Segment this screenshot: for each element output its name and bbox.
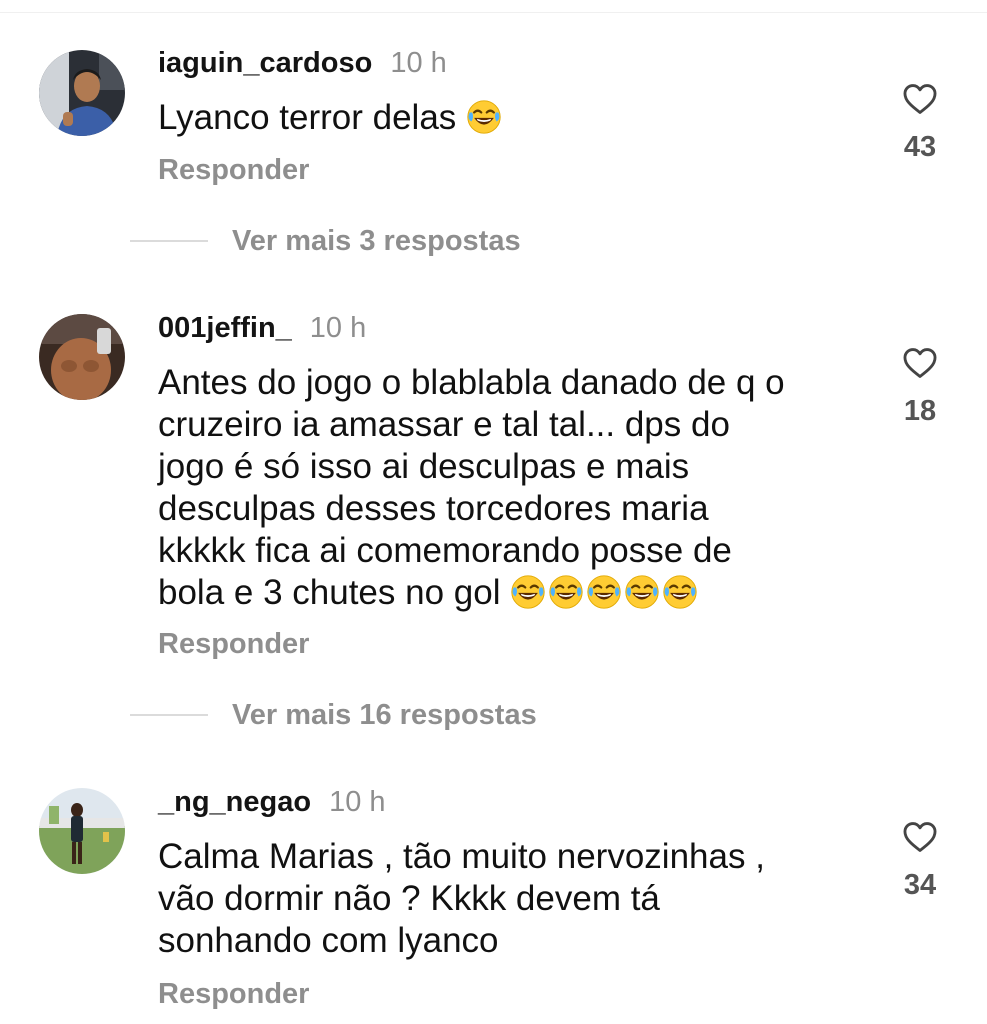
tears-of-joy-emoji-icon xyxy=(548,574,584,620)
comment-text: Lyanco terror delas xyxy=(158,97,858,145)
replies-divider-line xyxy=(130,240,208,242)
username[interactable]: _ng_negao xyxy=(158,786,311,818)
avatar[interactable] xyxy=(39,314,125,400)
reply-button[interactable]: Responder xyxy=(158,627,309,661)
comment-text-line: bola e 3 chutes no gol xyxy=(158,573,501,612)
comment-text-line: kkkkk fica ai comemorando posse de xyxy=(158,531,732,570)
tears-of-joy-emoji-icon xyxy=(586,574,622,620)
comment-text-line: desculpas desses torcedores maria xyxy=(158,489,709,528)
comment-text: Calma Marias , tão muito nervozinhas , v… xyxy=(158,836,858,962)
like-count: 18 xyxy=(903,395,937,427)
heart-icon[interactable] xyxy=(895,818,945,856)
view-more-replies-label: Ver mais 16 respostas xyxy=(232,698,537,731)
timestamp: 10 h xyxy=(390,47,447,79)
like-control: 43 xyxy=(895,80,945,164)
top-divider xyxy=(0,0,987,13)
username[interactable]: iaguin_cardoso xyxy=(158,47,372,79)
timestamp: 10 h xyxy=(309,312,367,344)
comment-header: iaguin_cardoso 10 h xyxy=(158,46,447,80)
comment-text-line: vão dormir não ? Kkkk devem tá xyxy=(158,879,660,918)
reply-button[interactable]: Responder xyxy=(158,153,309,187)
comment-text-line: Antes do jogo o blablabla danado de q o xyxy=(158,363,785,402)
comment-text-line: Lyanco terror delas xyxy=(158,98,457,137)
comment-header: 001jeffin_ 10 h xyxy=(158,311,366,345)
like-count: 34 xyxy=(903,869,937,901)
comment-text-line: sonhando com lyanco xyxy=(158,921,499,960)
tears-of-joy-emoji-icon xyxy=(466,99,502,145)
heart-icon[interactable] xyxy=(895,80,945,118)
comment-text-line: cruzeiro ia amassar e tal tal... dps do xyxy=(158,405,730,444)
avatar[interactable] xyxy=(39,50,125,136)
username[interactable]: 001jeffin_ xyxy=(158,312,292,344)
tears-of-joy-emoji-icon xyxy=(662,574,698,620)
tears-of-joy-emoji-icon xyxy=(510,574,546,620)
comment-text: Antes do jogo o blablabla danado de q o … xyxy=(158,362,858,620)
comment-header: _ng_negao 10 h xyxy=(158,785,386,819)
reply-button[interactable]: Responder xyxy=(158,977,309,1011)
like-count: 43 xyxy=(903,131,937,163)
avatar[interactable] xyxy=(39,788,125,874)
comment-text-line: jogo é só isso ai desculpas e mais xyxy=(158,447,690,486)
comment-text-line: Calma Marias , tão muito nervozinhas , xyxy=(158,837,765,876)
like-control: 34 xyxy=(895,818,945,902)
timestamp: 10 h xyxy=(329,786,386,818)
replies-divider-line xyxy=(130,714,208,716)
view-more-replies-label: Ver mais 3 respostas xyxy=(232,224,521,257)
view-more-replies-button[interactable]: Ver mais 16 respostas xyxy=(130,698,537,732)
view-more-replies-button[interactable]: Ver mais 3 respostas xyxy=(130,224,521,258)
like-control: 18 xyxy=(895,344,945,428)
tears-of-joy-emoji-icon xyxy=(624,574,660,620)
heart-icon[interactable] xyxy=(895,344,945,382)
comment-text-line-with-emojis: bola e 3 chutes no gol xyxy=(158,572,858,620)
